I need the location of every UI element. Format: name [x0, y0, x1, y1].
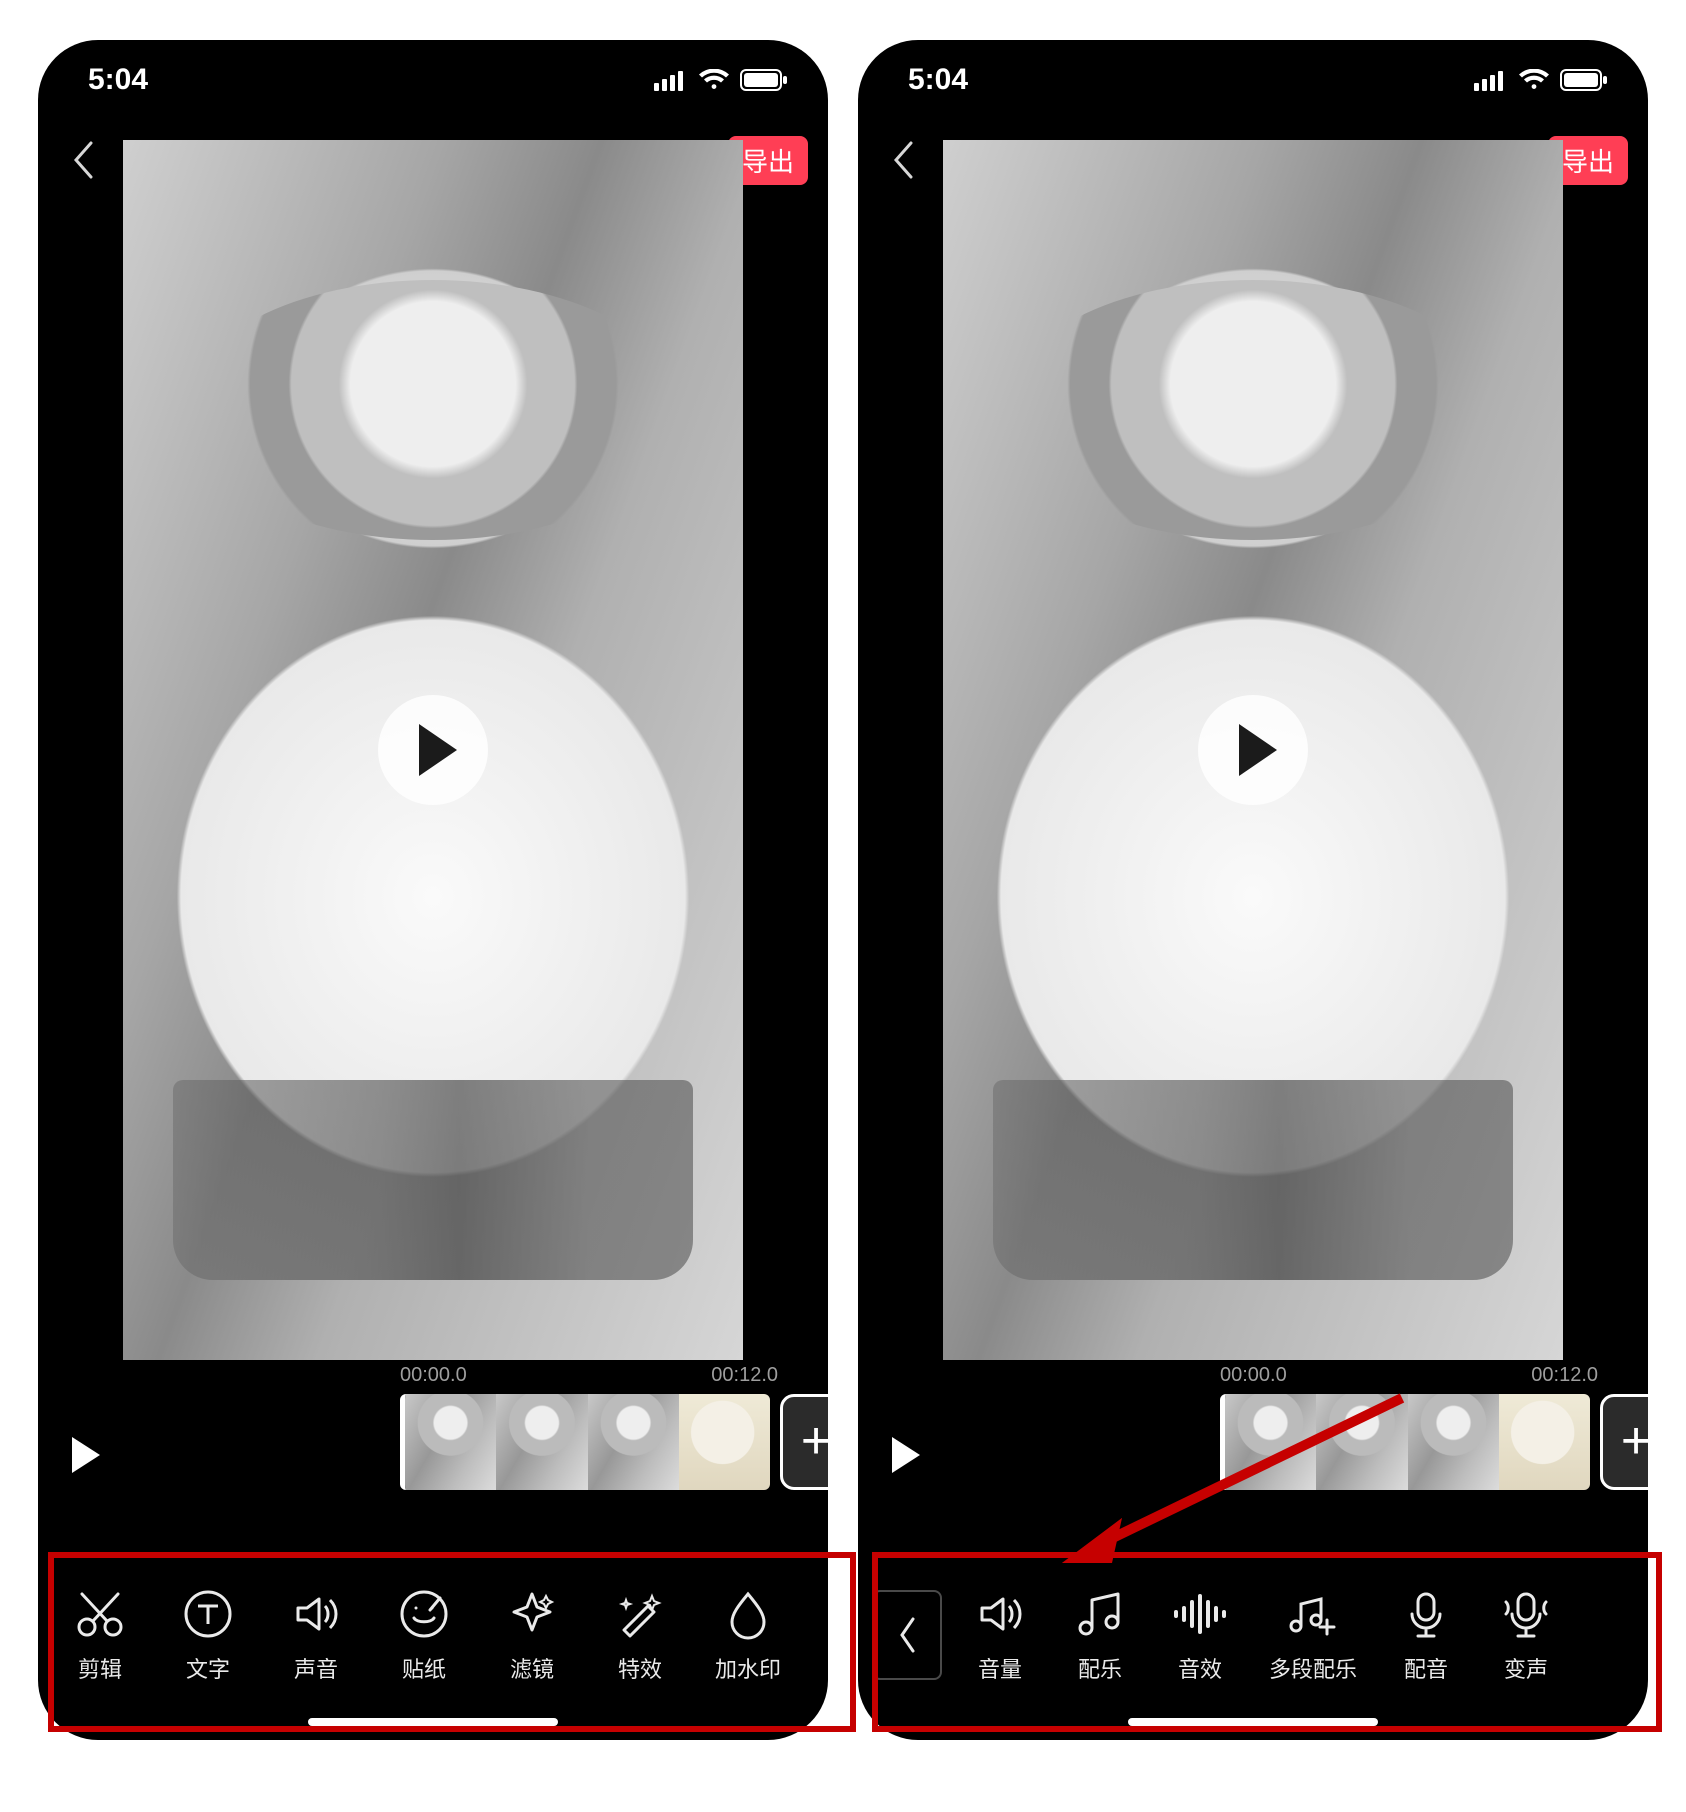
tool-label: 配乐: [1078, 1652, 1122, 1684]
time-start: 00:00.0: [1220, 1364, 1287, 1387]
status-time: 5:04: [908, 63, 968, 97]
tool-label: 滤镜: [510, 1652, 554, 1684]
tool-label: 文字: [186, 1652, 230, 1684]
tool-watermark[interactable]: 加水印: [694, 1586, 802, 1684]
timecodes: 00:00.0 00:12.0: [1220, 1364, 1598, 1387]
toolbar-main: 剪辑 文字 声音 贴纸: [38, 1550, 828, 1720]
tool-voicefx[interactable]: 变声: [1476, 1586, 1576, 1684]
scissors-icon: [72, 1586, 128, 1642]
status-indicators: [1474, 69, 1608, 91]
home-indicator[interactable]: [308, 1718, 558, 1726]
clip-thumb[interactable]: [1499, 1394, 1590, 1490]
tool-label: 音量: [978, 1652, 1022, 1684]
signal-icon: [654, 69, 688, 91]
tool-label: 剪辑: [78, 1652, 122, 1684]
tool-label: 配音: [1404, 1652, 1448, 1684]
tool-record[interactable]: 配音: [1376, 1586, 1476, 1684]
signal-icon: [1474, 69, 1508, 91]
tool-label: 特效: [618, 1652, 662, 1684]
clip-thumb[interactable]: [1316, 1394, 1407, 1490]
tool-label: 变声: [1504, 1652, 1548, 1684]
sparkle-icon: [504, 1586, 560, 1642]
status-bar: 5:04: [858, 40, 1648, 120]
video-preview[interactable]: [38, 140, 828, 1360]
clip-thumb[interactable]: [679, 1394, 770, 1490]
play-button[interactable]: [1198, 695, 1308, 805]
mic-icon: [1398, 1586, 1454, 1642]
timeline-play-button[interactable]: [58, 1427, 114, 1483]
time-start: 00:00.0: [400, 1364, 467, 1387]
timecodes: 00:00.0 00:12.0: [400, 1364, 778, 1387]
add-clip-button[interactable]: +: [1600, 1394, 1648, 1490]
drop-icon: [720, 1586, 776, 1642]
wifi-icon: [1518, 69, 1550, 91]
voicefx-icon: [1498, 1586, 1554, 1642]
toolbar-sound: 音量 配乐 音效 多段配乐: [858, 1550, 1648, 1720]
clip-thumb[interactable]: [1408, 1394, 1499, 1490]
magic-icon: [612, 1586, 668, 1642]
tool-label: 声音: [294, 1652, 338, 1684]
tool-sound[interactable]: 声音: [262, 1586, 370, 1684]
tool-effect[interactable]: 特效: [586, 1586, 694, 1684]
phone-left: 5:04 视频编辑 存草稿 导出: [38, 40, 828, 1740]
status-indicators: [654, 69, 788, 91]
phone-right: 5:04 视频编辑 存草稿 导出: [858, 40, 1648, 1740]
speaker-icon: [288, 1586, 344, 1642]
clip-thumb[interactable]: [496, 1394, 587, 1490]
equalizer-icon: [1172, 1586, 1228, 1642]
play-button[interactable]: [378, 695, 488, 805]
time-end: 00:12.0: [711, 1364, 778, 1387]
battery-icon: [1560, 69, 1608, 91]
status-time: 5:04: [88, 63, 148, 97]
clip-thumbnails[interactable]: [1220, 1394, 1590, 1490]
timeline: 00:00.0 00:12.0 +: [858, 1360, 1648, 1550]
tool-cut[interactable]: 剪辑: [46, 1586, 154, 1684]
toolbar-back-button[interactable]: [872, 1590, 942, 1680]
clip-thumb[interactable]: [405, 1394, 496, 1490]
clip-thumb[interactable]: [588, 1394, 679, 1490]
multimusic-icon: [1285, 1586, 1341, 1642]
text-icon: [180, 1586, 236, 1642]
battery-icon: [740, 69, 788, 91]
tool-label: 贴纸: [402, 1652, 446, 1684]
timeline: 00:00.0 00:12.0 +: [38, 1360, 828, 1550]
wifi-icon: [698, 69, 730, 91]
clip-thumb[interactable]: [1225, 1394, 1316, 1490]
home-indicator[interactable]: [1128, 1718, 1378, 1726]
tool-multimusic[interactable]: 多段配乐: [1250, 1586, 1376, 1684]
tool-volume[interactable]: 音量: [950, 1586, 1050, 1684]
tool-filter[interactable]: 滤镜: [478, 1586, 586, 1684]
tool-sticker[interactable]: 贴纸: [370, 1586, 478, 1684]
sticker-icon: [396, 1586, 452, 1642]
clip-thumbnails[interactable]: [400, 1394, 770, 1490]
tool-label: 多段配乐: [1269, 1652, 1357, 1684]
status-bar: 5:04: [38, 40, 828, 120]
tool-label: 加水印: [715, 1652, 781, 1684]
video-preview[interactable]: [858, 140, 1648, 1360]
timeline-play-button[interactable]: [878, 1427, 934, 1483]
tool-sfx[interactable]: 音效: [1150, 1586, 1250, 1684]
speaker-icon: [972, 1586, 1028, 1642]
time-end: 00:12.0: [1531, 1364, 1598, 1387]
tool-text[interactable]: 文字: [154, 1586, 262, 1684]
tool-label: 音效: [1178, 1652, 1222, 1684]
music-icon: [1072, 1586, 1128, 1642]
add-clip-button[interactable]: +: [780, 1394, 828, 1490]
tool-music[interactable]: 配乐: [1050, 1586, 1150, 1684]
